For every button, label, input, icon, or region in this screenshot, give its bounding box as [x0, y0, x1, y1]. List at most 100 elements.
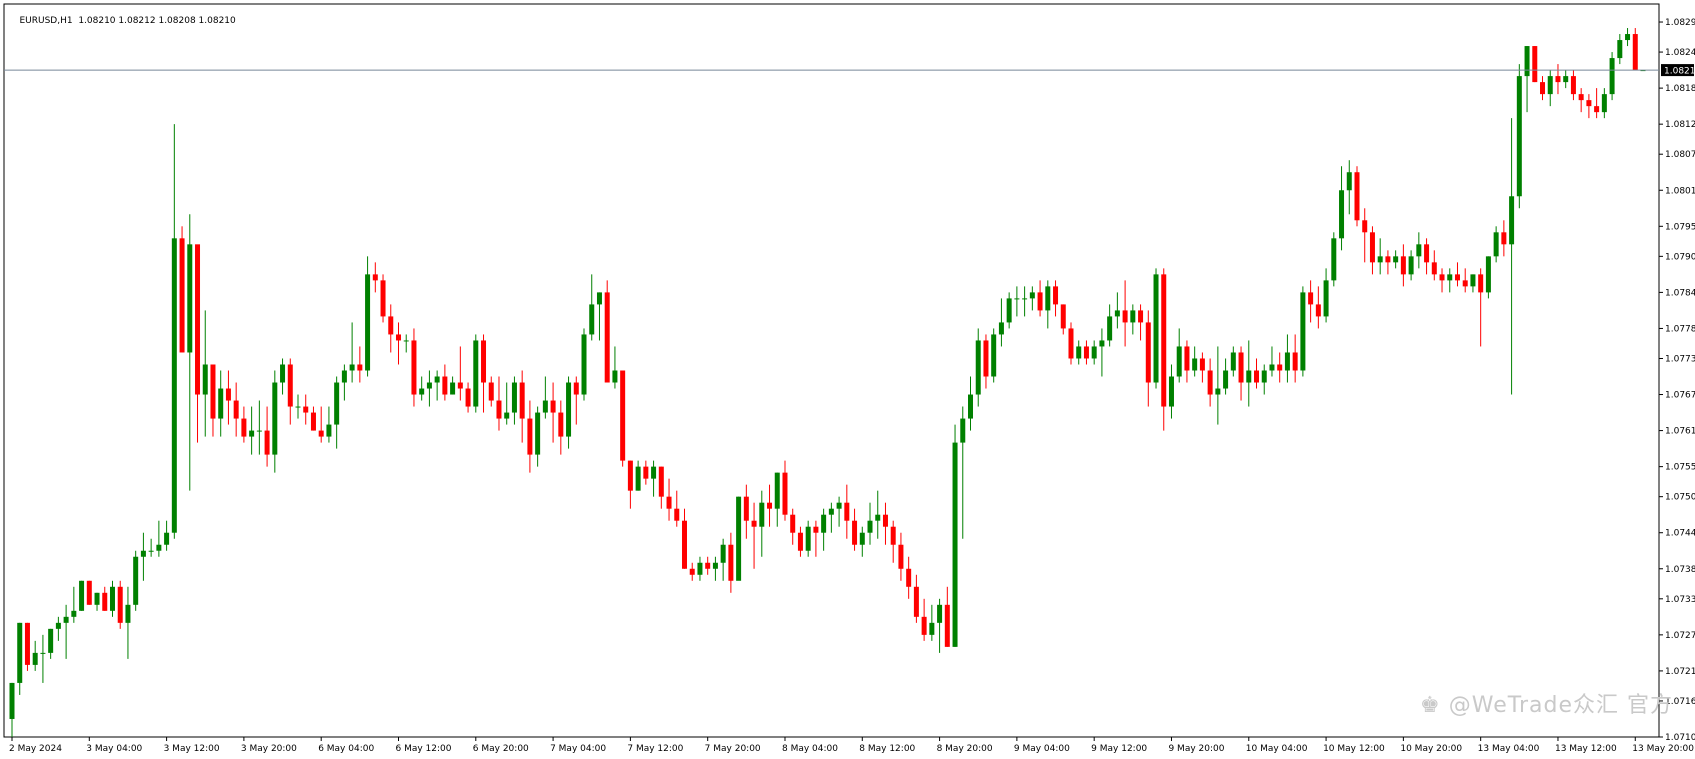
candle-body: [1540, 82, 1546, 95]
y-tick-label: 1.0727: [1665, 631, 1695, 641]
x-tick-label: 2 May 2024: [9, 744, 62, 754]
x-tick-label: 9 May 04:00: [1014, 744, 1070, 754]
candle-body: [1207, 370, 1213, 395]
candle-body: [821, 514, 827, 533]
current-price-label: 1.0821: [1664, 67, 1695, 77]
candle-body: [1416, 244, 1422, 257]
candle-body: [40, 652, 46, 654]
candle-body: [975, 340, 981, 395]
candlestick-chart[interactable]: 1.0829 1.0824 1.0818 1.0812 1.0807 1.0801 1.07…: [0, 0, 1695, 759]
candle-body: [32, 652, 38, 665]
candle-body: [666, 496, 672, 509]
candle-body: [380, 280, 386, 317]
candle-body: [1323, 280, 1329, 317]
x-tick-label: 3 May 04:00: [86, 744, 142, 754]
candle-body: [736, 496, 742, 581]
y-tick-label: 1.0767: [1665, 391, 1695, 401]
candle-body: [1594, 106, 1600, 113]
candle-body: [1076, 346, 1082, 359]
candle-body: [852, 520, 858, 545]
candle-body: [365, 274, 371, 371]
candle-body: [898, 544, 904, 569]
candle-body: [1238, 352, 1244, 383]
candle-body: [929, 622, 935, 635]
candle-body: [326, 424, 332, 437]
y-tick-label: 1.0755: [1665, 463, 1695, 473]
y-tick-label: 1.0824: [1665, 48, 1695, 58]
candle-body: [419, 388, 425, 395]
x-tick-label: 6 May 20:00: [473, 744, 529, 754]
candle-body: [589, 304, 595, 335]
candle-body: [24, 622, 30, 665]
candle-body: [1369, 232, 1375, 263]
candle-body: [140, 550, 146, 557]
candle-body: [1114, 310, 1120, 317]
candle-body: [1555, 76, 1561, 83]
candle-body: [249, 430, 255, 437]
candle-body: [1122, 310, 1128, 323]
x-tick-label: 10 May 12:00: [1323, 744, 1385, 754]
y-tick-label: 1.0795: [1665, 222, 1695, 232]
y-tick-label: 1.0829: [1665, 18, 1695, 28]
candle-body: [341, 370, 347, 383]
candle-body: [411, 340, 417, 395]
candle-body: [171, 238, 177, 533]
candle-body: [1153, 274, 1159, 383]
x-tick-label: 13 May 20:00: [1632, 744, 1694, 754]
candle-body: [867, 520, 873, 533]
candle-body: [225, 388, 231, 401]
candle-body: [1145, 322, 1151, 383]
y-tick-label: 1.0773: [1665, 354, 1695, 364]
candle-body: [1524, 46, 1530, 77]
candle-body: [280, 364, 286, 383]
candle-body: [372, 274, 378, 281]
y-tick-label: 1.0750: [1665, 493, 1695, 503]
candle-body: [937, 604, 943, 623]
y-tick-label: 1.0812: [1665, 120, 1695, 130]
candle-body: [457, 382, 463, 389]
candle-body: [481, 340, 487, 383]
candle-body: [1037, 292, 1043, 311]
candle-body: [1230, 352, 1236, 371]
x-tick-label: 3 May 12:00: [164, 744, 220, 754]
y-tick-label: 1.0710: [1665, 733, 1695, 743]
candle-body: [743, 496, 749, 521]
candle-body: [1485, 256, 1491, 293]
candle-body: [1408, 256, 1414, 275]
candle-body: [720, 544, 726, 563]
candle-body: [581, 334, 587, 395]
candle-body: [148, 550, 154, 552]
candle-body: [272, 382, 278, 455]
candle-body: [681, 520, 687, 569]
candle-body: [473, 340, 479, 407]
candle-body: [596, 292, 602, 305]
candle-body: [434, 376, 440, 383]
candle-body: [612, 370, 618, 383]
candle-body: [1060, 304, 1066, 329]
candle-body: [1261, 370, 1267, 383]
candle-body: [241, 418, 247, 437]
candle-body: [1029, 292, 1035, 299]
chart-window[interactable]: 1.0829 1.0824 1.0818 1.0812 1.0807 1.0801 1.07…: [0, 0, 1695, 759]
candle-body: [960, 418, 966, 443]
candle-body: [310, 412, 316, 431]
candle-body: [1470, 274, 1476, 287]
candle-body: [202, 364, 208, 395]
candle-body: [1184, 346, 1190, 371]
candle-body: [9, 682, 15, 719]
candle-body: [1161, 274, 1167, 407]
y-tick-label: 1.0721: [1665, 667, 1695, 677]
candle-body: [1006, 298, 1012, 323]
candle-body: [1083, 346, 1089, 359]
candle-body: [1532, 46, 1538, 83]
candle-body: [1462, 280, 1468, 287]
candle-body: [558, 412, 564, 437]
x-tick-label: 6 May 12:00: [395, 744, 451, 754]
candle-body: [349, 364, 355, 371]
candle-body: [697, 562, 703, 575]
candle-body: [1377, 256, 1383, 263]
x-tick-label: 8 May 04:00: [782, 744, 838, 754]
candle-body: [921, 616, 927, 635]
symbol-info: EURUSD,H1 1.08210 1.08212 1.08208 1.0821…: [8, 6, 235, 36]
candle-body: [767, 502, 773, 509]
